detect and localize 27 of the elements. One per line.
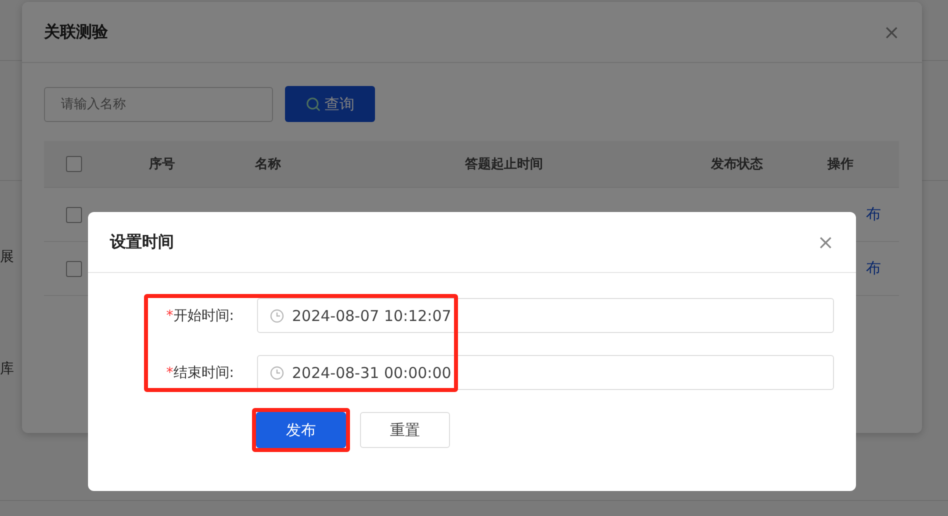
action-link[interactable]: 布	[866, 259, 881, 278]
action-link[interactable]: 布	[866, 205, 881, 224]
field-label: *开始时间:	[165, 306, 235, 324]
column-header: 发布状态	[711, 156, 763, 173]
search-field[interactable]: 请输入名称	[44, 86, 273, 122]
column-header: 操作	[828, 156, 854, 173]
page-text: 库	[0, 360, 14, 378]
checkbox[interactable]	[66, 260, 82, 276]
column-header: 序号	[149, 156, 175, 173]
publish-button[interactable]: 发布	[256, 412, 346, 448]
column-header: 答题起止时间	[465, 156, 543, 173]
dialog-title: 关联测验	[44, 22, 108, 42]
field-label: *结束时间:	[165, 364, 235, 382]
checkbox[interactable]	[66, 156, 82, 172]
clock-icon	[270, 308, 284, 322]
close-icon[interactable]: ×	[883, 20, 900, 44]
search-button[interactable]: 查询	[285, 86, 375, 122]
clock-icon	[270, 366, 284, 380]
reset-button[interactable]: 重置	[360, 412, 450, 448]
column-header: 名称	[255, 156, 281, 173]
checkbox[interactable]	[66, 206, 82, 222]
search-icon	[306, 96, 320, 112]
page-text: 展	[0, 248, 14, 266]
date-time-field[interactable]: 2024-08-31 00:00:00	[257, 355, 834, 390]
close-icon[interactable]: ×	[817, 230, 834, 254]
dialog-title: 设置时间	[110, 232, 174, 252]
date-time-field[interactable]: 2024-08-07 10:12:07	[257, 298, 834, 333]
